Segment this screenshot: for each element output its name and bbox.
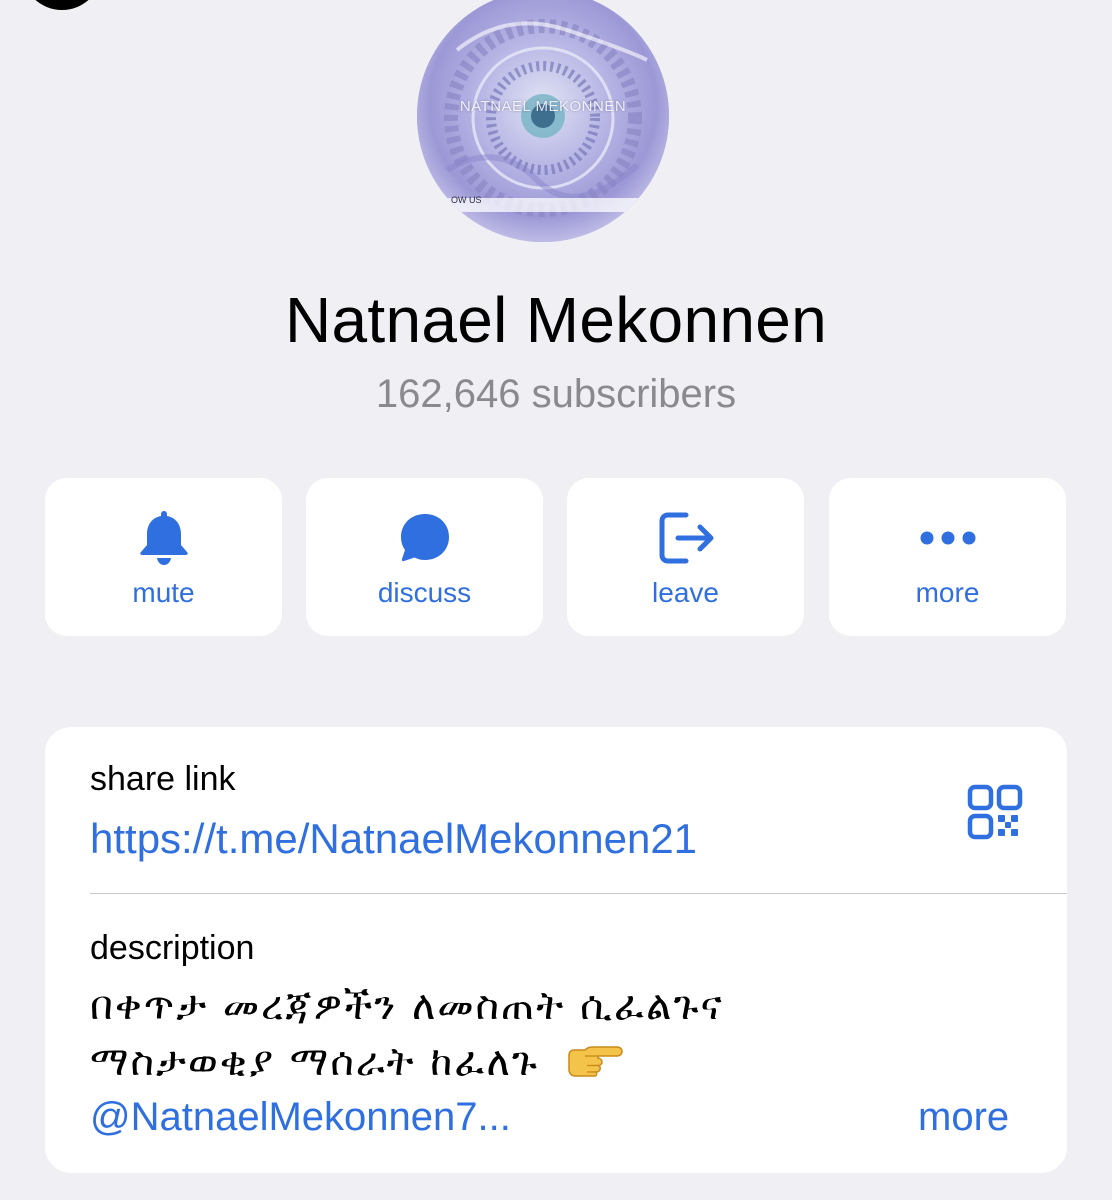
description-line-1: በቀጥታ መረጃዎችን ለመስጠት ሲፈልጉና bbox=[90, 983, 724, 1029]
avatar-follow-text: OW US bbox=[451, 195, 482, 205]
mute-button[interactable]: mute bbox=[45, 478, 282, 636]
leave-label: leave bbox=[652, 577, 719, 608]
mute-label: mute bbox=[132, 577, 195, 608]
description-line-2: ማስታወቂያ ማሰራት ከፈለጉ bbox=[90, 1039, 623, 1087]
channel-info-page: NATNAEL MEKONNEN OW US Natnael Mekonnen … bbox=[0, 0, 1112, 1200]
description-more-link[interactable]: more bbox=[918, 1095, 1009, 1140]
more-button[interactable]: more bbox=[829, 478, 1066, 636]
chat-bubble-icon bbox=[306, 508, 543, 568]
channel-name: Natnael Mekonnen bbox=[284, 284, 828, 356]
description-label: description bbox=[90, 929, 255, 967]
info-card: share link https://t.me/NatnaelMekonnen2… bbox=[45, 727, 1067, 1173]
bell-icon bbox=[45, 508, 282, 568]
divider bbox=[90, 893, 1067, 894]
share-link-label: share link bbox=[90, 760, 236, 798]
channel-handle-link[interactable]: @NatnaelMekonnen7... bbox=[90, 1095, 511, 1140]
avatar-image bbox=[417, 0, 669, 242]
back-button[interactable] bbox=[22, 0, 102, 10]
more-label: more bbox=[915, 577, 980, 608]
leave-button[interactable]: leave bbox=[567, 478, 804, 636]
description-line-2-text: ማስታወቂያ ማሰራት ከፈለጉ bbox=[90, 1039, 539, 1085]
leave-icon bbox=[567, 508, 804, 568]
ellipsis-icon bbox=[829, 508, 1066, 568]
qr-code-icon[interactable] bbox=[967, 784, 1023, 840]
pointing-hand-icon bbox=[565, 1041, 623, 1087]
action-buttons: mute discuss leave more bbox=[45, 478, 1067, 636]
discuss-label: discuss bbox=[377, 577, 472, 608]
share-link[interactable]: https://t.me/NatnaelMekonnen21 bbox=[90, 815, 697, 863]
discuss-button[interactable]: discuss bbox=[306, 478, 543, 636]
subscriber-count: 162,646 subscribers bbox=[375, 372, 737, 416]
channel-avatar[interactable]: NATNAEL MEKONNEN OW US bbox=[417, 0, 669, 242]
avatar-watermark-text: NATNAEL MEKONNEN bbox=[459, 98, 627, 115]
